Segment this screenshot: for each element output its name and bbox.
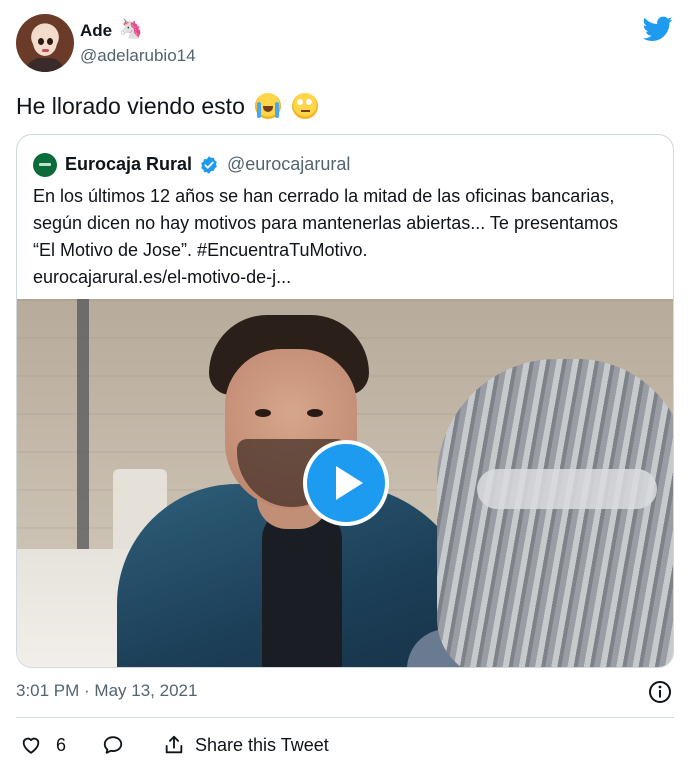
play-button[interactable]	[303, 440, 389, 526]
share-label: Share this Tweet	[195, 734, 329, 755]
like-button[interactable]: 6	[20, 734, 66, 756]
quoted-author-handle[interactable]: @eurocajarural	[227, 154, 350, 175]
unicorn-emoji: 🦄	[119, 19, 143, 40]
like-count: 6	[56, 734, 67, 755]
video-thumbnail[interactable]	[17, 299, 673, 667]
twitter-bird-icon[interactable]	[643, 16, 673, 42]
tweet-body: He llorado viendo esto	[16, 93, 245, 119]
quoted-text-line: según dicen no hay motivos para mantener…	[33, 213, 618, 233]
eurocaja-logo[interactable]	[33, 153, 57, 177]
divider	[16, 717, 674, 718]
author-name[interactable]: Ade	[80, 21, 112, 41]
rolling-eyes-emoji	[291, 93, 318, 119]
quoted-link[interactable]: eurocajarural.es/el-motivo-de-j...	[33, 264, 667, 291]
reply-bubble-icon	[103, 736, 123, 754]
heart-icon	[22, 737, 40, 754]
play-icon	[336, 466, 363, 500]
quoted-tweet[interactable]: Eurocaja Rural @eurocajarural En los últ…	[16, 134, 674, 668]
quoted-text-line: En los últimos 12 años se han cerrado la…	[33, 186, 615, 206]
info-icon[interactable]	[648, 680, 672, 704]
quoted-author-name[interactable]: Eurocaja Rural	[65, 154, 192, 175]
crying-face-emoji	[255, 93, 282, 119]
author-handle[interactable]: @adelarubio14	[80, 46, 196, 66]
quoted-text-line: “El Motivo de Jose”. #EncuentraTuMotivo.	[33, 240, 368, 260]
tweet-card: Ade 🦄 @adelarubio14 He llorado viendo es…	[0, 0, 696, 770]
tweet-timestamp[interactable]: 3:01 PM · May 13, 2021	[16, 681, 197, 701]
reply-button[interactable]	[102, 734, 124, 756]
share-button[interactable]: Share this Tweet	[163, 734, 329, 756]
author-avatar[interactable]	[16, 14, 74, 72]
quoted-text: En los últimos 12 años se han cerrado la…	[33, 183, 667, 291]
tweet-text: He llorado viendo esto	[16, 93, 318, 120]
verified-badge-icon	[201, 156, 217, 174]
share-icon	[165, 735, 183, 754]
